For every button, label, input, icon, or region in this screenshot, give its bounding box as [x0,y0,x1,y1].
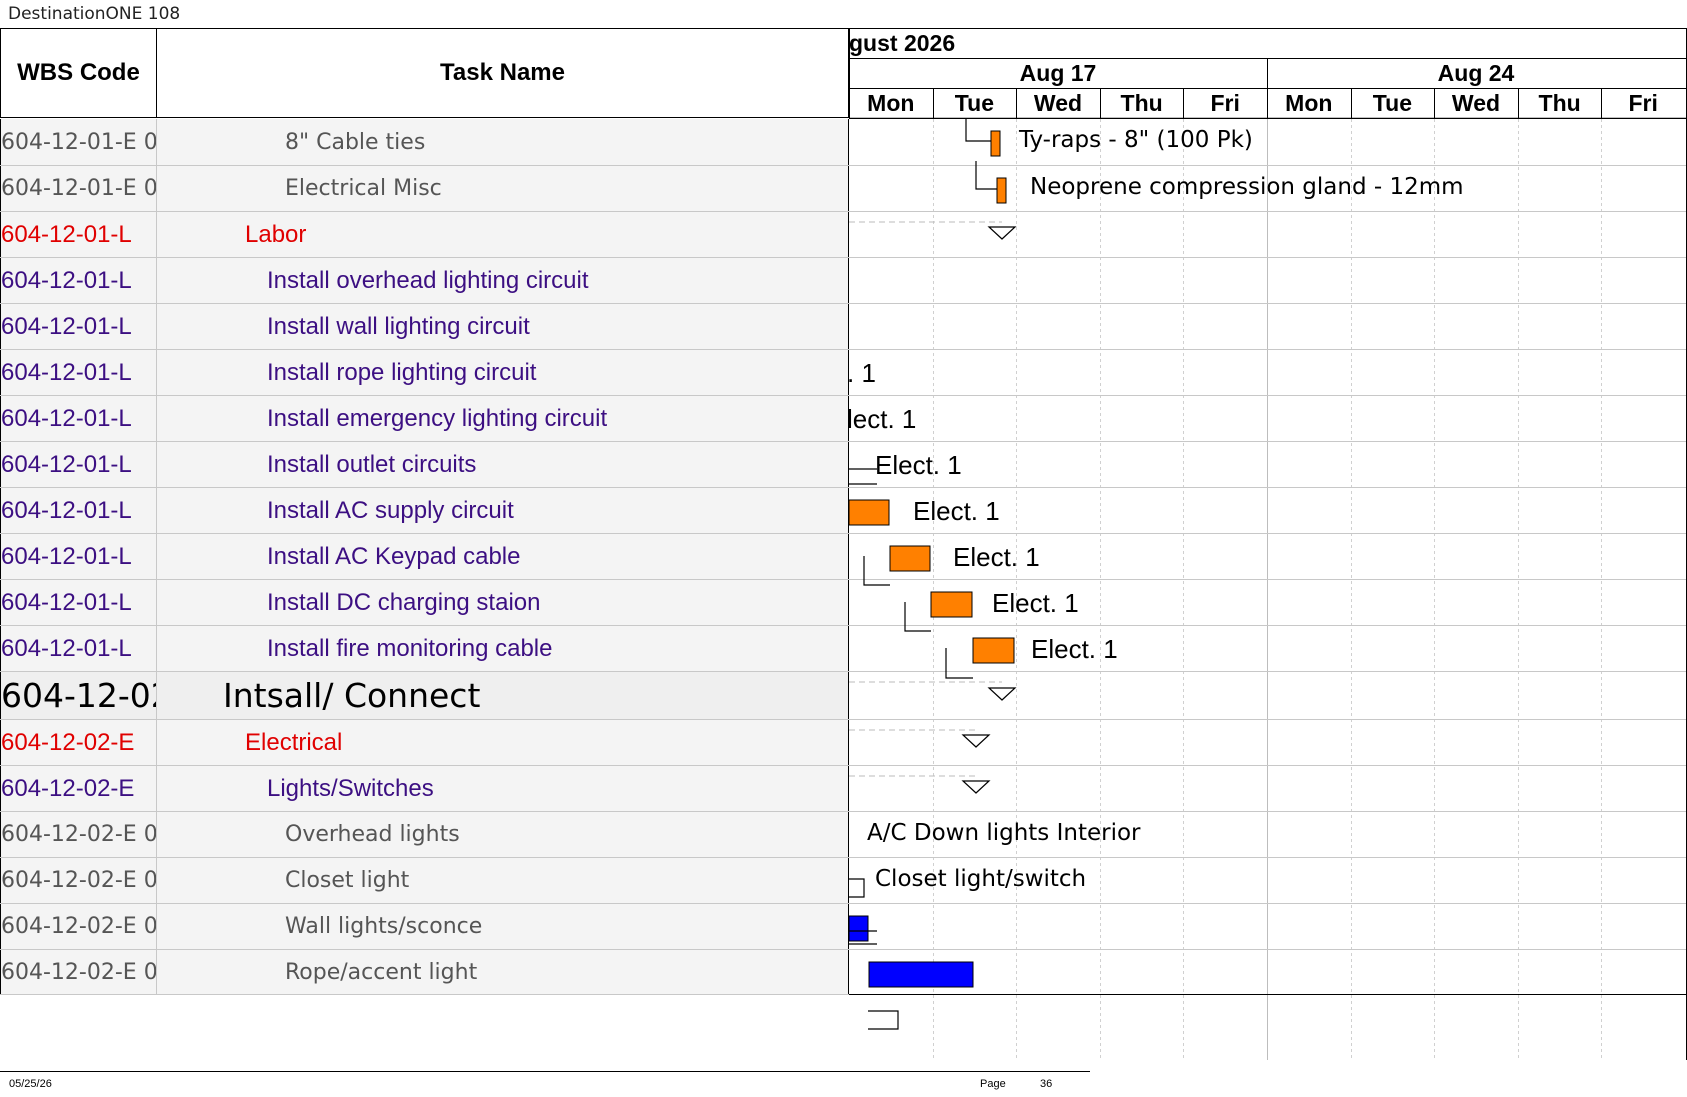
table-row[interactable]: 604-12-02-E 0 Wall lights/sconce [0,904,849,950]
summary-marker [987,226,1017,240]
task-name-cell: Labor [157,212,849,257]
footer-page-number: 36 [1040,1078,1053,1090]
table-row[interactable]: 604-12-01-L Install wall lighting circuit [0,304,849,350]
table-row[interactable]: 604-12-01-L Install DC charging staion [0,580,849,626]
dependency-link [849,878,865,898]
wbs-code-cell: 604-12-02-E 0 [0,904,157,949]
wbs-code-cell: 604-12-01-L [0,534,157,579]
wbs-code-cell: 604-12-02-E [0,766,157,811]
gantt-task-label: Elect. 1 [913,496,1000,526]
table-row[interactable]: 604-12-01-L Labor [0,212,849,258]
wbs-code-cell: 604-12-01-L [0,350,157,395]
task-name-cell: Install outlet circuits [157,442,849,487]
footer-page-label: Page [980,1078,1006,1090]
task-name-cell: Install AC supply circuit [157,488,849,533]
wbs-code-cell: 604-12-02-E 0 [0,858,157,903]
gantt-chart: Ty-raps - 8" (100 Pk) Neoprene compressio… [847,119,1687,1060]
column-header-wbs[interactable]: WBS Code [0,29,157,118]
gantt-task-label: Closet light/switch [875,866,1087,892]
wbs-code-cell: 604-12-01-L [0,580,157,625]
task-name-cell: Install fire monitoring cable [157,626,849,671]
table-row[interactable]: 604-12-02 Intsall/ Connect [0,672,849,720]
wbs-code-cell: 604-12-02-E 0 [0,812,157,857]
gantt-task-label: A/C Down lights Interior [867,820,1141,846]
task-name-cell: Lights/Switches [157,766,849,811]
footer-date: 05/25/26 [9,1078,52,1090]
schedule-sheet: WBS Code Task Name gust 2026 Aug 17 Aug 2… [0,28,1687,1060]
table-row[interactable]: 604-12-01-E 0 Electrical Misc [0,166,849,212]
table-row[interactable]: 604-12-02-E Electrical [0,720,849,766]
table-row[interactable]: 604-12-01-L Install fire monitoring cable [0,626,849,672]
gantt-task-label: . 1 [847,358,876,388]
table-row[interactable]: 604-12-01-L Install AC Keypad cable [0,534,849,580]
task-name-cell: Intsall/ Connect [157,672,849,719]
wbs-code-cell: 604-12-01-L [0,442,157,487]
dependency-link [868,1010,899,1030]
wbs-code-cell: 604-12-01-L [0,258,157,303]
task-name-cell: Install DC charging staion [157,580,849,625]
wbs-code-cell: 604-12-02-E [0,720,157,765]
table-row[interactable]: 604-12-02-E Lights/Switches [0,766,849,812]
wbs-code-cell: 604-12-02 [0,672,157,719]
task-name-cell: Closet light [157,858,849,903]
task-name-cell: Rope/accent light [157,950,849,994]
table-row[interactable]: 604-12-01-L Install outlet circuits [0,442,849,488]
task-name-cell: Electrical [157,720,849,765]
timeline-header-grid [849,29,1687,119]
column-header-task[interactable]: Task Name [157,29,849,118]
gantt-task-label: Elect. 1 [992,588,1079,618]
gantt-chart-svg [849,119,1687,1060]
gantt-task-label: Elect. 1 [953,542,1040,572]
wbs-code-cell: 604-12-01-L [0,488,157,533]
footer-rule [0,1071,1090,1072]
gantt-bar [996,177,1007,204]
task-name-cell: Electrical Misc [157,166,849,211]
timeline-header: gust 2026 Aug 17 Aug 24 Mon Tue Wed Thu Fri Mo… [849,29,1687,119]
table-row[interactable]: 604-12-01-L Install emergency lighting ci… [0,396,849,442]
table-row[interactable]: 604-12-01-L Install AC supply circuit [0,488,849,534]
task-name-cell: Install emergency lighting circuit [157,396,849,441]
wbs-code-cell: 604-12-01-L [0,212,157,257]
summary-marker [961,734,991,748]
table-row[interactable]: 604-12-02-E 0 Closet light [0,858,849,904]
table-row[interactable]: 604-12-02-E 0 Rope/accent light [0,950,849,995]
task-name-cell: Wall lights/sconce [157,904,849,949]
gantt-bar [990,130,1001,157]
wbs-code-cell: 604-12-01-L [0,304,157,349]
task-name-cell: Install rope lighting circuit [157,350,849,395]
dependency-link [965,119,991,142]
table-row[interactable]: 604-12-01-E 0 8" Cable ties [0,119,849,166]
task-name-cell: Install overhead lighting circuit [157,258,849,303]
summary-marker [987,687,1017,701]
gantt-bar [930,591,973,618]
wbs-code-cell: 604-12-01-E 0 [0,119,157,165]
gantt-task-label: Neoprene compression gland - 12mm [1030,174,1464,200]
wbs-code-cell: 604-12-01-E 0 [0,166,157,211]
dependency-link [904,602,931,632]
gantt-bar [849,499,890,526]
table-row[interactable]: 604-12-02-E 0 Overhead lights [0,812,849,858]
task-name-cell: Install AC Keypad cable [157,534,849,579]
gantt-bar [868,961,974,988]
wbs-code-cell: 604-12-01-L [0,396,157,441]
gantt-bar [889,545,931,572]
table-row[interactable]: 604-12-01-L Install overhead lighting cir… [0,258,849,304]
table-row[interactable]: 604-12-01-L Install rope lighting circuit [0,350,849,396]
wbs-code-cell: 604-12-01-L [0,626,157,671]
document-title: DestinationONE 108 [8,4,181,24]
task-name-cell: Overhead lights [157,812,849,857]
dependency-link [945,648,973,679]
dependency-link [863,556,890,586]
gantt-task-label: Elect. 1 [875,450,962,480]
gantt-task-label: Elect. 1 [1031,634,1118,664]
task-name-cell: 8" Cable ties [157,119,849,165]
task-name-cell: Install wall lighting circuit [157,304,849,349]
wbs-code-cell: 604-12-02-E 0 [0,950,157,994]
gantt-task-label: Ty-raps - 8" (100 Pk) [1019,127,1253,153]
gantt-task-label: lect. 1 [847,404,917,434]
gantt-bar [849,915,869,942]
gantt-bar [972,637,1015,664]
summary-marker [961,780,991,794]
